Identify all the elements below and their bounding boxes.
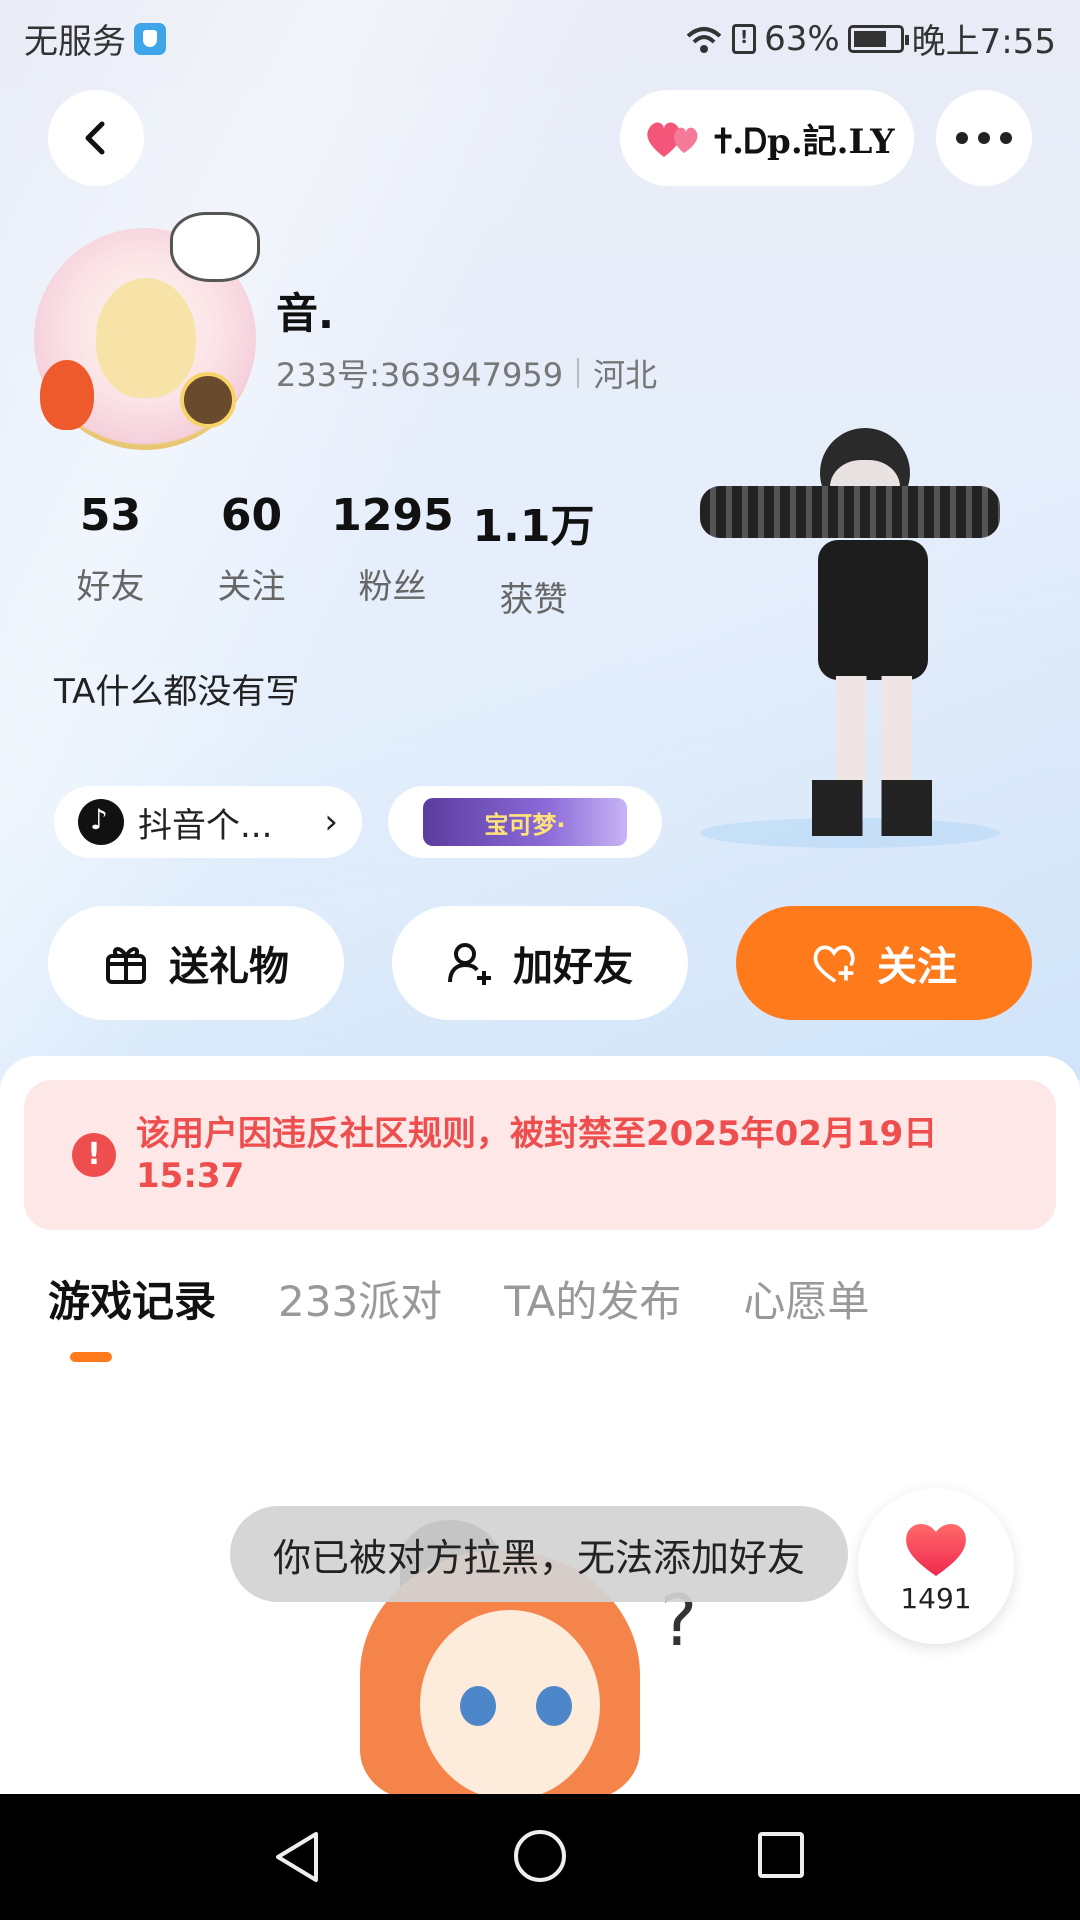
like-count: 1491 <box>900 1581 972 1615</box>
stat-value: 53 <box>79 490 142 541</box>
heart-icon <box>906 1523 966 1576</box>
user-name: 音. <box>276 289 334 338</box>
ban-notice-text: 该用户因违反社区规则，被封禁至2025年02月19日15:37 <box>136 1114 938 1196</box>
character-boots <box>812 780 932 836</box>
profile-tabs: 游戏记录 233派对 TA的发布 心愿单 <box>48 1268 869 1329</box>
follow-button[interactable]: 关注 <box>736 906 1032 1020</box>
heart-plus-icon <box>813 945 855 983</box>
douyin-link-text: 抖音个... <box>138 805 273 846</box>
clock: 晚上7:55 <box>911 22 1056 62</box>
tab-233-party[interactable]: 233派对 <box>278 1268 442 1329</box>
stat-value: 1.1万 <box>472 501 595 552</box>
tab-wishlist[interactable]: 心愿单 <box>743 1268 869 1329</box>
pokemon-banner-image: 宝可梦· <box>423 798 627 846</box>
pokemon-banner-text: 宝可梦· <box>484 810 566 839</box>
illustration-eye <box>460 1686 496 1726</box>
illustration-eye <box>536 1686 572 1726</box>
douyin-link-pill[interactable]: 抖音个... › <box>54 786 362 858</box>
shield-icon <box>134 22 166 55</box>
avatar-cat-decoration <box>170 212 260 282</box>
send-gift-button[interactable]: 送礼物 <box>48 906 344 1020</box>
illustration-face <box>420 1610 600 1800</box>
add-user-icon <box>448 943 491 985</box>
tab-game-records[interactable]: 游戏记录 <box>48 1268 216 1329</box>
user-meta: 233号:363947959 河北 <box>276 350 657 396</box>
like-float-button[interactable]: 1491 <box>858 1488 1014 1644</box>
douyin-icon <box>78 799 124 845</box>
user-id[interactable]: 233号:363947959 <box>276 350 563 396</box>
carrier-text: 无服务 <box>24 22 126 62</box>
stat-friends[interactable]: 53 好友 <box>40 490 181 621</box>
tab-posts[interactable]: TA的发布 <box>504 1268 681 1329</box>
divider <box>577 358 580 388</box>
stat-label: 关注 <box>217 567 286 607</box>
nickname-badge-pill[interactable]: ✝.Ꭰp.記.LY <box>620 90 914 186</box>
system-nav-bar <box>0 1794 1080 1920</box>
ban-notice: ! 该用户因违反社区规则，被封禁至2025年02月19日15:37 <box>24 1080 1056 1230</box>
user-bio: TA什么都没有写 <box>54 672 300 712</box>
stat-fans[interactable]: 1295 粉丝 <box>322 490 463 621</box>
nav-home-icon[interactable] <box>514 1830 566 1882</box>
wifi-icon <box>686 26 722 53</box>
double-heart-icon <box>647 122 698 157</box>
alert-icon: ! <box>72 1133 116 1177</box>
user-location: 河北 <box>593 356 658 394</box>
crown-badge-icon <box>180 372 236 428</box>
stat-following[interactable]: 60 关注 <box>181 490 322 621</box>
nav-back-icon[interactable] <box>272 1830 322 1884</box>
more-button[interactable] <box>936 90 1032 186</box>
avatar-carrot-decoration <box>40 360 94 430</box>
stat-likes[interactable]: 1.1万 获赞 <box>463 490 604 621</box>
character-body <box>818 540 928 680</box>
stat-value: 1295 <box>331 490 454 541</box>
stat-label: 获赞 <box>499 580 568 620</box>
stats-row: 53 好友 60 关注 1295 粉丝 1.1万 获赞 <box>40 490 604 621</box>
character-legs <box>836 676 912 786</box>
status-left: 无服务 <box>24 14 166 63</box>
chevron-right-icon: › <box>324 802 338 842</box>
character-dragon-accessory <box>700 486 1000 538</box>
toast-text: 你已被对方拉黑，无法添加好友 <box>272 1535 805 1580</box>
toast-message: 你已被对方拉黑，无法添加好友 <box>230 1506 848 1602</box>
follow-label: 关注 <box>877 944 957 990</box>
stat-value: 60 <box>220 490 283 541</box>
tab-active-indicator <box>70 1352 112 1362</box>
stat-label: 粉丝 <box>358 567 427 607</box>
send-gift-label: 送礼物 <box>169 944 289 990</box>
battery-alert-icon: ! <box>732 23 757 54</box>
nav-recents-icon[interactable] <box>758 1832 804 1878</box>
battery-percent: 63% <box>764 18 840 59</box>
more-icon <box>956 132 1012 144</box>
status-right: ! 63% 晚上7:55 <box>684 14 1056 63</box>
back-icon <box>85 121 105 155</box>
gift-icon <box>106 947 146 984</box>
pokemon-badge-pill[interactable]: 宝可梦· <box>388 786 662 858</box>
add-friend-button[interactable]: 加好友 <box>392 906 688 1020</box>
stat-label: 好友 <box>76 567 145 607</box>
add-friend-label: 加好友 <box>513 944 633 990</box>
back-button[interactable] <box>48 90 144 186</box>
status-bar: 无服务 ! 63% 晚上7:55 <box>0 0 1080 76</box>
nickname-badge-text: ✝.Ꭰp.記.LY <box>714 121 895 162</box>
decorative-233-logo <box>960 700 1080 860</box>
battery-icon <box>847 24 909 53</box>
avatar-character <box>96 278 196 398</box>
